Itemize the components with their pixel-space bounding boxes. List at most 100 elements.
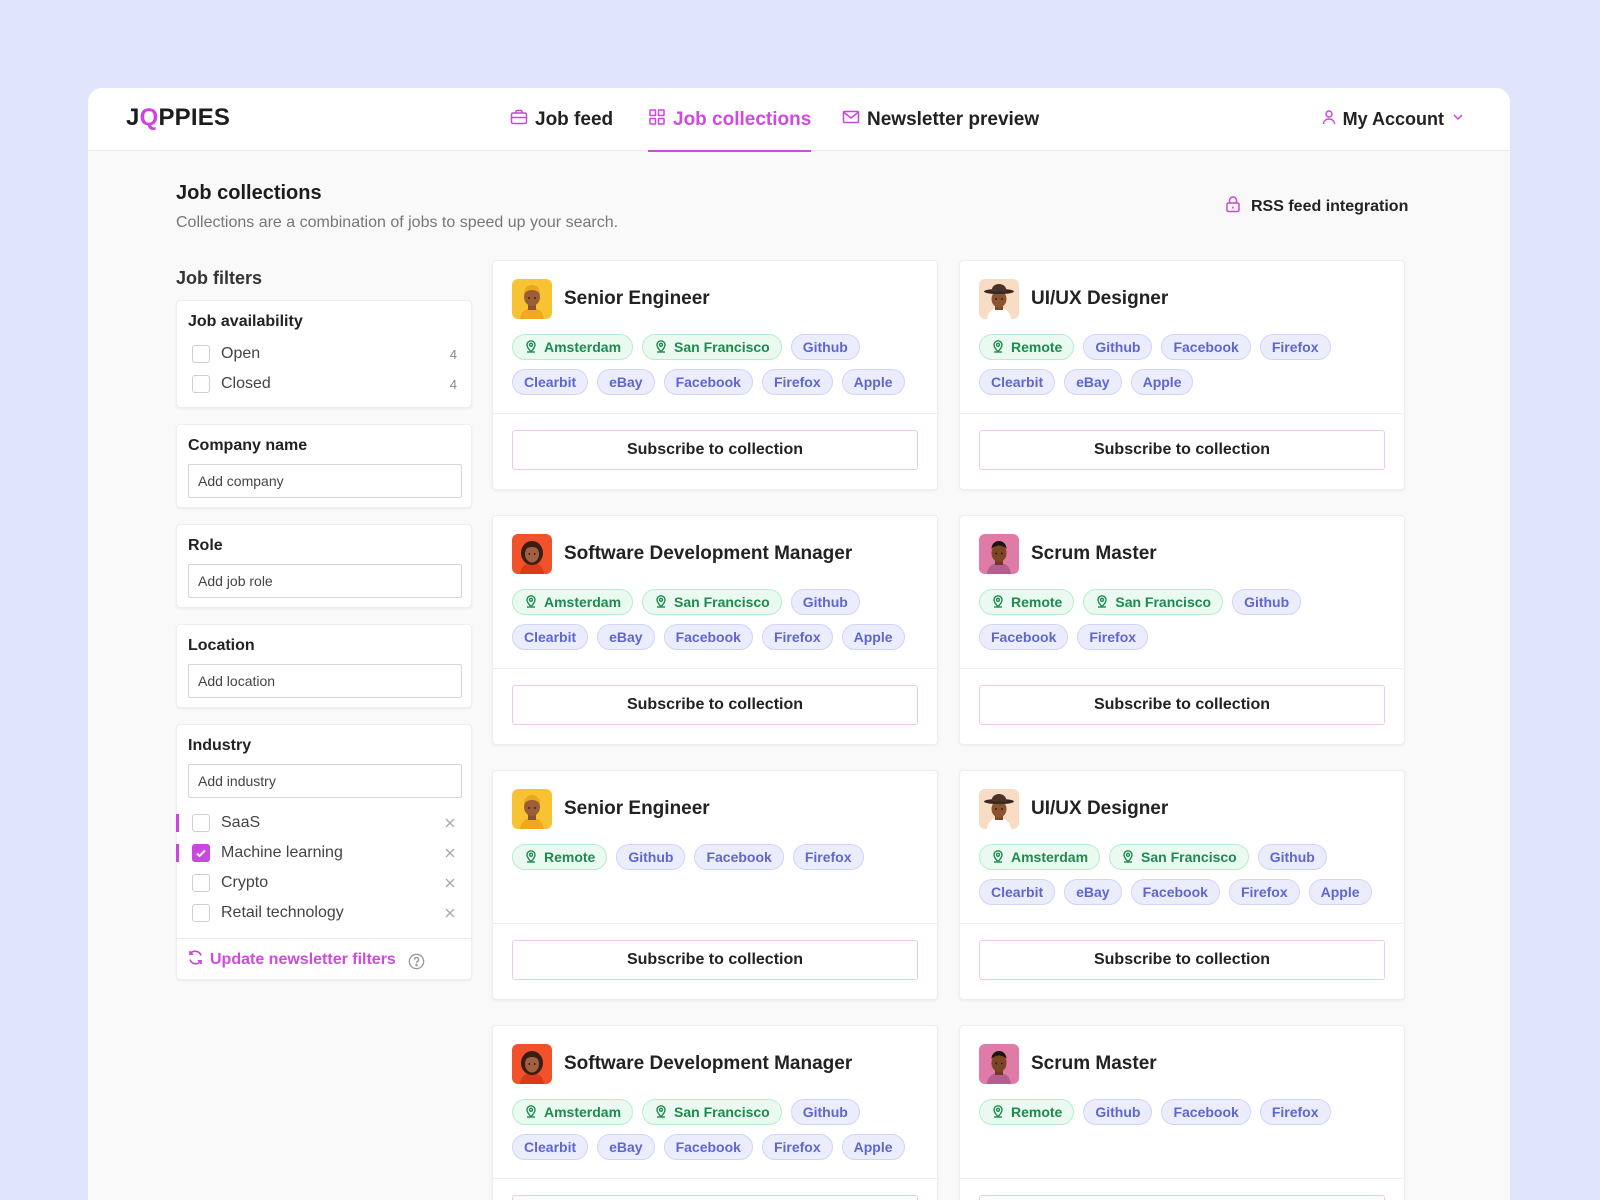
company-tag[interactable]: Firefox — [761, 624, 833, 650]
company-tag[interactable]: Github — [616, 844, 686, 870]
subscribe-button[interactable]: Subscribe to collection — [512, 430, 918, 470]
company-tag[interactable]: eBay — [1064, 879, 1122, 905]
company-tag[interactable]: Firefox — [761, 1134, 833, 1160]
company-tag[interactable]: Clearbit — [979, 879, 1056, 905]
divider — [493, 413, 937, 414]
divider — [960, 923, 1404, 924]
company-tag[interactable]: eBay — [597, 624, 655, 650]
company-tag[interactable]: Clearbit — [512, 1134, 589, 1160]
company-tag[interactable]: Github — [790, 589, 860, 615]
location-tag[interactable]: Remote — [979, 589, 1075, 615]
subscribe-button[interactable]: Subscribe to collection — [512, 1195, 918, 1200]
lock-icon — [1224, 195, 1242, 218]
location-tag[interactable]: Amsterdam — [512, 1099, 634, 1125]
company-tag[interactable]: Firefox — [761, 369, 833, 395]
update-newsletter-filters-button[interactable]: Update newsletter filters — [177, 939, 471, 971]
location-tag[interactable]: San Francisco — [642, 334, 782, 360]
company-tag[interactable]: Apple — [841, 369, 905, 395]
filter-title: Job availability — [188, 313, 303, 330]
help-icon[interactable] — [408, 953, 425, 969]
subscribe-button[interactable]: Subscribe to collection — [512, 940, 918, 980]
industry-option-retail-technology[interactable]: Retail technology — [177, 898, 471, 928]
company-tag[interactable]: Github — [1232, 589, 1302, 615]
company-tag[interactable]: Firefox — [1077, 624, 1149, 650]
company-tag[interactable]: Facebook — [663, 624, 753, 650]
company-tag[interactable]: Apple — [1308, 879, 1372, 905]
company-tag[interactable]: Apple — [841, 1134, 905, 1160]
location-tag[interactable]: San Francisco — [1083, 589, 1224, 615]
company-tag[interactable]: Apple — [841, 624, 905, 650]
location-tag[interactable]: Amsterdam — [512, 334, 634, 360]
location-input[interactable] — [188, 664, 462, 698]
collection-header: Senior Engineer — [512, 789, 937, 829]
divider — [960, 668, 1404, 669]
industry-option-machine-learning[interactable]: Machine learning — [176, 838, 471, 868]
close-icon[interactable] — [443, 876, 457, 890]
checkbox[interactable] — [192, 345, 210, 363]
location-tag[interactable]: Remote — [979, 334, 1075, 360]
checkbox[interactable] — [192, 814, 210, 832]
checkbox[interactable] — [192, 375, 210, 393]
industry-input[interactable] — [188, 764, 462, 798]
company-tag[interactable]: Firefox — [792, 844, 864, 870]
collection-card: Software Development Manager Amsterdam San… — [492, 515, 938, 745]
nav-newsletter-preview[interactable]: Newsletter preview — [842, 88, 1039, 151]
company-tag[interactable]: Facebook — [979, 624, 1069, 650]
company-tag[interactable]: Apple — [1130, 369, 1194, 395]
availability-option-closed[interactable]: Closed 4 — [177, 369, 471, 399]
my-account-menu[interactable]: My Account — [1321, 88, 1466, 151]
company-tag[interactable]: Clearbit — [979, 369, 1056, 395]
divider — [493, 1178, 937, 1179]
checkbox-checked[interactable] — [192, 844, 210, 862]
close-icon[interactable] — [443, 906, 457, 920]
company-tag[interactable]: eBay — [1064, 369, 1122, 395]
location-tag[interactable]: San Francisco — [642, 1099, 782, 1125]
company-tag[interactable]: Facebook — [1130, 879, 1220, 905]
role-input[interactable] — [188, 564, 462, 598]
divider — [960, 413, 1404, 414]
company-tag[interactable]: Firefox — [1259, 1099, 1331, 1125]
company-tag[interactable]: Github — [790, 334, 860, 360]
company-tag[interactable]: Github — [790, 1099, 860, 1125]
nav-job-collections[interactable]: Job collections — [648, 88, 812, 152]
company-tag[interactable]: Clearbit — [512, 624, 589, 650]
subscribe-button[interactable]: Subscribe to collection — [979, 940, 1385, 980]
rss-feed-integration-button[interactable]: RSS feed integration — [1224, 195, 1408, 218]
company-tag[interactable]: Github — [1083, 1099, 1153, 1125]
subscribe-button[interactable]: Subscribe to collection — [979, 430, 1385, 470]
location-tag[interactable]: San Francisco — [1109, 844, 1249, 870]
subscribe-button[interactable]: Subscribe to collection — [512, 685, 918, 725]
industry-option-saas[interactable]: SaaS — [176, 808, 471, 838]
avatar — [979, 279, 1019, 319]
briefcase-icon — [510, 108, 528, 132]
location-tag[interactable]: Amsterdam — [979, 844, 1101, 870]
location-pin-icon — [524, 594, 544, 611]
company-tag[interactable]: Facebook — [694, 844, 784, 870]
company-tag[interactable]: Github — [1257, 844, 1327, 870]
company-tag[interactable]: Facebook — [663, 1134, 753, 1160]
location-tag[interactable]: San Francisco — [642, 589, 782, 615]
availability-option-open[interactable]: Open 4 — [177, 339, 471, 369]
close-icon[interactable] — [443, 846, 457, 860]
company-tag[interactable]: eBay — [597, 1134, 655, 1160]
company-tag[interactable]: Facebook — [1161, 1099, 1251, 1125]
company-tag[interactable]: Facebook — [1161, 334, 1251, 360]
nav-job-feed[interactable]: Job feed — [510, 88, 613, 151]
subscribe-button[interactable]: Subscribe to collection — [979, 1195, 1385, 1200]
company-tag[interactable]: Firefox — [1228, 879, 1300, 905]
location-tag[interactable]: Remote — [979, 1099, 1075, 1125]
location-tag[interactable]: Amsterdam — [512, 589, 634, 615]
close-icon[interactable] — [443, 816, 457, 830]
location-tag[interactable]: Remote — [512, 844, 608, 870]
checkbox[interactable] — [192, 874, 210, 892]
subscribe-button[interactable]: Subscribe to collection — [979, 685, 1385, 725]
company-tag[interactable]: Github — [1083, 334, 1153, 360]
industry-option-crypto[interactable]: Crypto — [177, 868, 471, 898]
company-tag[interactable]: Clearbit — [512, 369, 589, 395]
company-tag[interactable]: Firefox — [1259, 334, 1331, 360]
checkbox[interactable] — [192, 904, 210, 922]
company-tag[interactable]: Facebook — [663, 369, 753, 395]
app-logo[interactable]: JQPPIES — [126, 102, 230, 134]
company-input[interactable] — [188, 464, 462, 498]
company-tag[interactable]: eBay — [597, 369, 655, 395]
